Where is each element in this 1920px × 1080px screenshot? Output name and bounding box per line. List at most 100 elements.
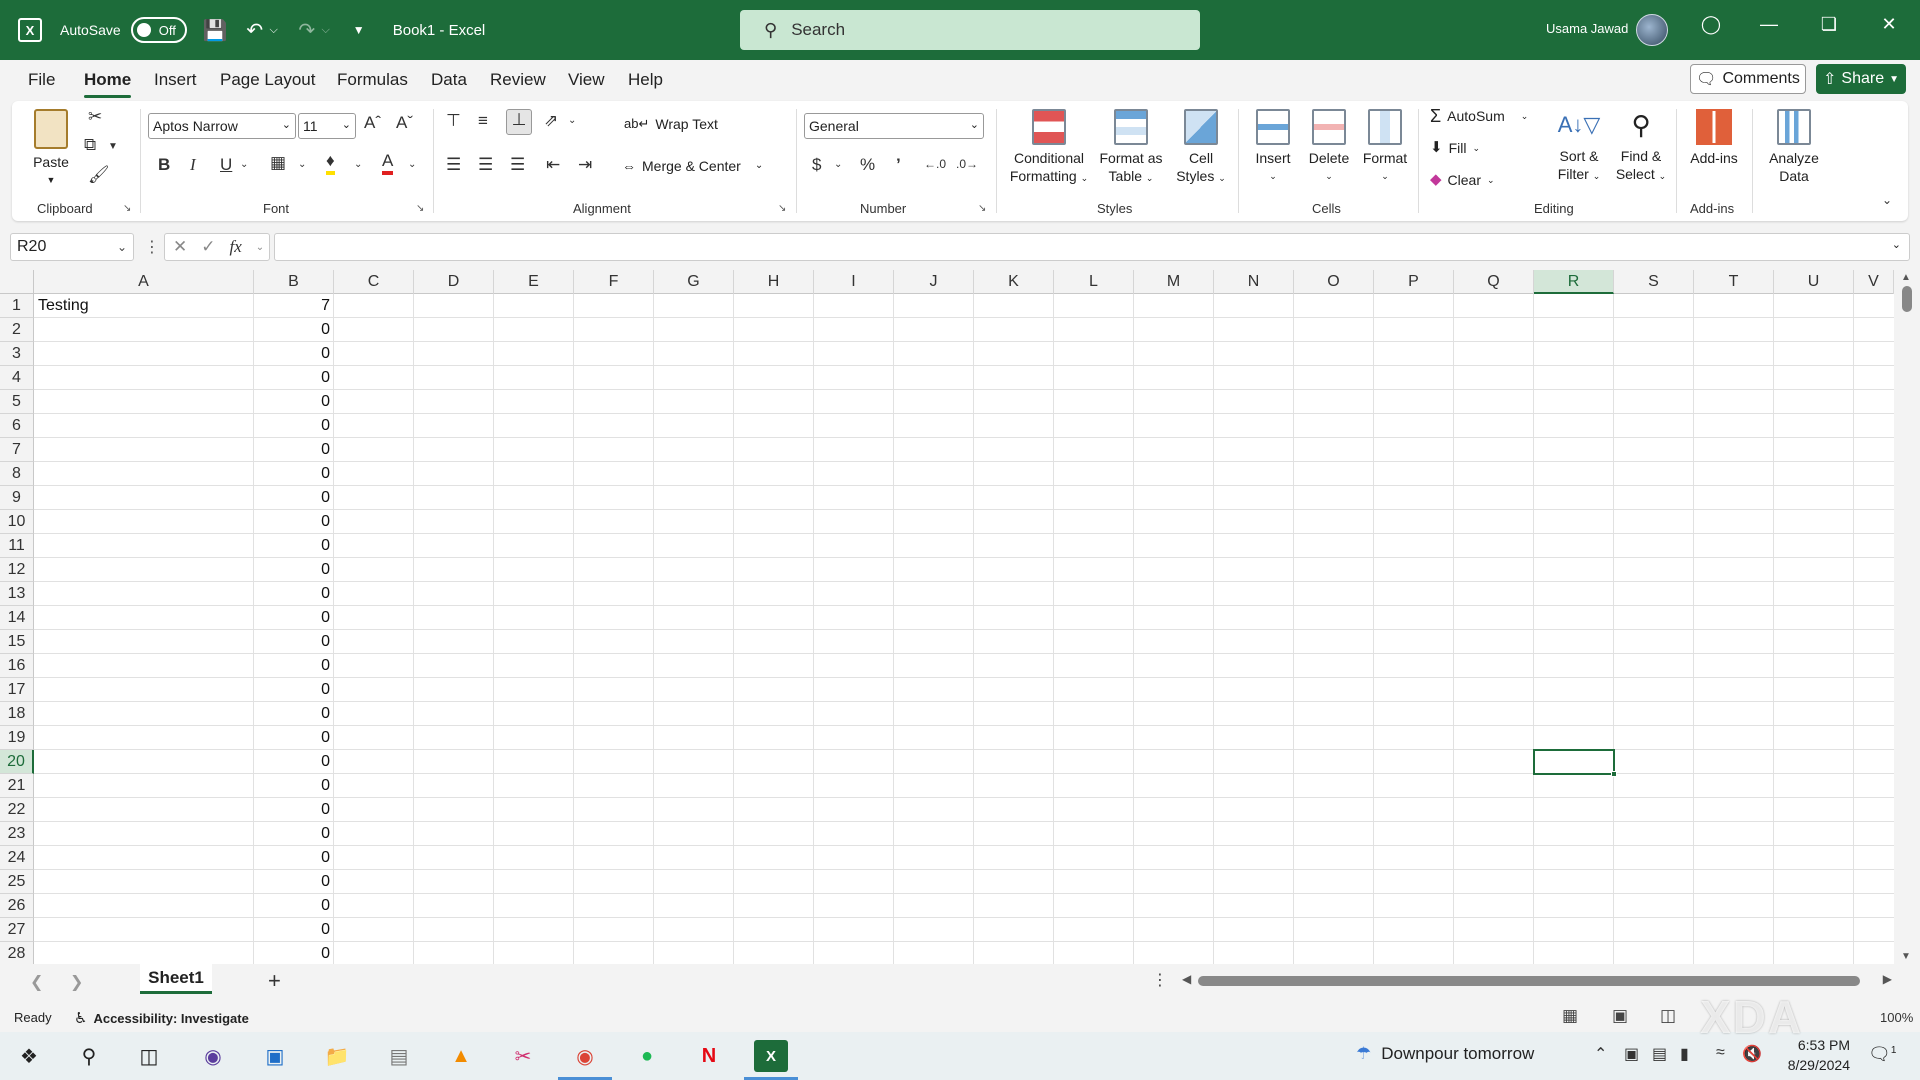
worksheet-grid[interactable]: ABCDEFGHIJKLMNOPQRSTUV 1 2 3 4 5 6 7 8 9 10 11 12 13… (0, 270, 1920, 964)
format-painter-icon[interactable]: 🖌 (88, 165, 110, 185)
minimize-icon[interactable]: — (1754, 14, 1784, 35)
tab-view[interactable]: View (568, 70, 605, 90)
scroll-right-icon[interactable]: ▶ (1883, 972, 1892, 986)
row-header-3[interactable]: 3 (0, 342, 34, 366)
align-left-icon[interactable]: ☰ (446, 155, 461, 175)
align-top-icon[interactable]: ⊤ (446, 111, 461, 131)
cell-b14[interactable]: 0 (254, 606, 334, 630)
decrease-indent-icon[interactable]: ⇤ (546, 155, 560, 175)
row-header-23[interactable]: 23 (0, 822, 34, 846)
column-header-i[interactable]: I (814, 270, 894, 294)
weather-widget[interactable]: ☂ Downpour tomorrow (1356, 1044, 1534, 1064)
cut-icon[interactable]: ✂ (88, 107, 102, 127)
undo-dropdown-icon[interactable]: ⌵ (269, 24, 279, 37)
analyze-data-button[interactable]: Analyze Data (1762, 109, 1826, 185)
column-header-s[interactable]: S (1614, 270, 1694, 294)
format-as-table-button[interactable]: Format as Table ⌄ (1096, 109, 1166, 187)
column-header-k[interactable]: K (974, 270, 1054, 294)
search-input[interactable] (791, 20, 1152, 40)
scroll-thumb[interactable] (1902, 286, 1912, 312)
page-break-view-icon[interactable]: ◫ (1660, 1006, 1676, 1026)
task-view-icon[interactable]: ◫ (132, 1040, 166, 1072)
column-header-u[interactable]: U (1774, 270, 1854, 294)
cell-b16[interactable]: 0 (254, 654, 334, 678)
snipping-tool-icon[interactable]: ✂ (506, 1040, 540, 1072)
chevron-down-icon[interactable]: ⌄ (256, 242, 264, 253)
undo-icon[interactable]: ↶ (243, 18, 267, 43)
paste-button[interactable]: Paste ▼ (30, 109, 72, 189)
expand-formula-icon[interactable]: ⌄ (1892, 238, 1901, 251)
prev-sheet-icon[interactable]: ❮ (30, 972, 43, 992)
column-header-o[interactable]: O (1294, 270, 1374, 294)
share-button[interactable]: ⇧ Share ▼ (1816, 64, 1906, 94)
tab-file[interactable]: File (28, 70, 55, 90)
copy-icon[interactable]: ⧉ (84, 135, 96, 155)
insert-function-icon[interactable]: fx (230, 237, 242, 257)
font-color-dropdown-icon[interactable]: ⌄ (408, 159, 416, 170)
store-icon[interactable]: ▣ (258, 1040, 292, 1072)
borders-dropdown-icon[interactable]: ⌄ (298, 159, 306, 170)
insert-cells-button[interactable]: Insert ⌄ (1248, 109, 1298, 185)
cell-b20[interactable]: 0 (254, 750, 334, 774)
cell-b10[interactable]: 0 (254, 510, 334, 534)
align-right-icon[interactable]: ☰ (510, 155, 525, 175)
format-cells-button[interactable]: Format ⌄ (1358, 105, 1412, 185)
wrap-text-button[interactable]: ab↵ Wrap Text (624, 115, 718, 133)
select-all-corner[interactable] (0, 270, 34, 294)
underline-icon[interactable]: U (220, 155, 232, 175)
decrease-font-icon[interactable]: Aˇ (396, 113, 413, 133)
collapse-ribbon-icon[interactable]: ⌄ (1882, 193, 1892, 207)
find-select-button[interactable]: ⚲ Find & Select ⌄ (1612, 107, 1670, 185)
row-header-21[interactable]: 21 (0, 774, 34, 798)
enter-icon[interactable]: ✓ (201, 237, 215, 257)
row-header-18[interactable]: 18 (0, 702, 34, 726)
tab-home[interactable]: Home (84, 70, 132, 98)
cell-b6[interactable]: 0 (254, 414, 334, 438)
row-header-10[interactable]: 10 (0, 510, 34, 534)
photos-icon[interactable]: ▤ (382, 1040, 416, 1072)
more-options-icon[interactable]: ⋮ (144, 237, 160, 257)
tab-data[interactable]: Data (431, 70, 467, 90)
formula-input[interactable]: ⌄ (274, 233, 1910, 261)
file-explorer-icon[interactable]: 📁 (320, 1040, 354, 1072)
column-header-j[interactable]: J (894, 270, 974, 294)
cell-b17[interactable]: 0 (254, 678, 334, 702)
cell-b13[interactable]: 0 (254, 582, 334, 606)
fill-button[interactable]: ⬇ Fill ⌄ (1430, 139, 1480, 157)
row-header-4[interactable]: 4 (0, 366, 34, 390)
horizontal-scrollbar[interactable]: ◀ ▶ (1182, 972, 1892, 988)
cell-b9[interactable]: 0 (254, 486, 334, 510)
cell-b21[interactable]: 0 (254, 774, 334, 798)
conditional-formatting-button[interactable]: Conditional Formatting ⌄ (1006, 109, 1092, 187)
align-bottom-icon[interactable]: ⊥ (506, 109, 532, 135)
row-header-5[interactable]: 5 (0, 390, 34, 414)
currency-icon[interactable]: $ (812, 155, 821, 175)
row-header-12[interactable]: 12 (0, 558, 34, 582)
battery-icon[interactable]: ▮ (1680, 1044, 1689, 1064)
cell-b8[interactable]: 0 (254, 462, 334, 486)
row-header-1[interactable]: 1 (0, 294, 34, 318)
search-box[interactable]: ⚲ (740, 10, 1200, 50)
avatar[interactable] (1636, 14, 1668, 46)
number-format-select[interactable]: General ⌄ (804, 113, 984, 139)
sort-filter-button[interactable]: A↓▽ Sort & Filter ⌄ (1552, 107, 1606, 185)
clear-button[interactable]: ◆ Clear ⌄ (1430, 171, 1495, 189)
add-sheet-icon[interactable]: + (268, 968, 281, 994)
screen-icon[interactable]: ▤ (1652, 1044, 1667, 1064)
dialog-launcher-icon[interactable]: ↘ (778, 203, 786, 214)
vertical-scrollbar[interactable]: ▲ ▼ (1894, 270, 1920, 964)
column-header-h[interactable]: H (734, 270, 814, 294)
name-box[interactable]: R20 ⌄ (10, 233, 134, 261)
netflix-icon[interactable]: N (692, 1040, 726, 1072)
accessibility-button[interactable]: ♿ Accessibility: Investigate (74, 1009, 249, 1027)
close-icon[interactable]: ✕ (1874, 14, 1904, 35)
row-header-17[interactable]: 17 (0, 678, 34, 702)
zoom-level[interactable]: 100% (1880, 1010, 1913, 1025)
tab-formulas[interactable]: Formulas (337, 70, 408, 90)
column-header-a[interactable]: A (34, 270, 254, 294)
meet-icon[interactable]: ▣ (1624, 1044, 1639, 1064)
excel-taskbar-icon[interactable]: X (744, 1040, 798, 1080)
restore-icon[interactable]: ❏ (1814, 14, 1844, 35)
dialog-launcher-icon[interactable]: ↘ (978, 203, 986, 214)
borders-icon[interactable]: ▦ (270, 153, 286, 173)
